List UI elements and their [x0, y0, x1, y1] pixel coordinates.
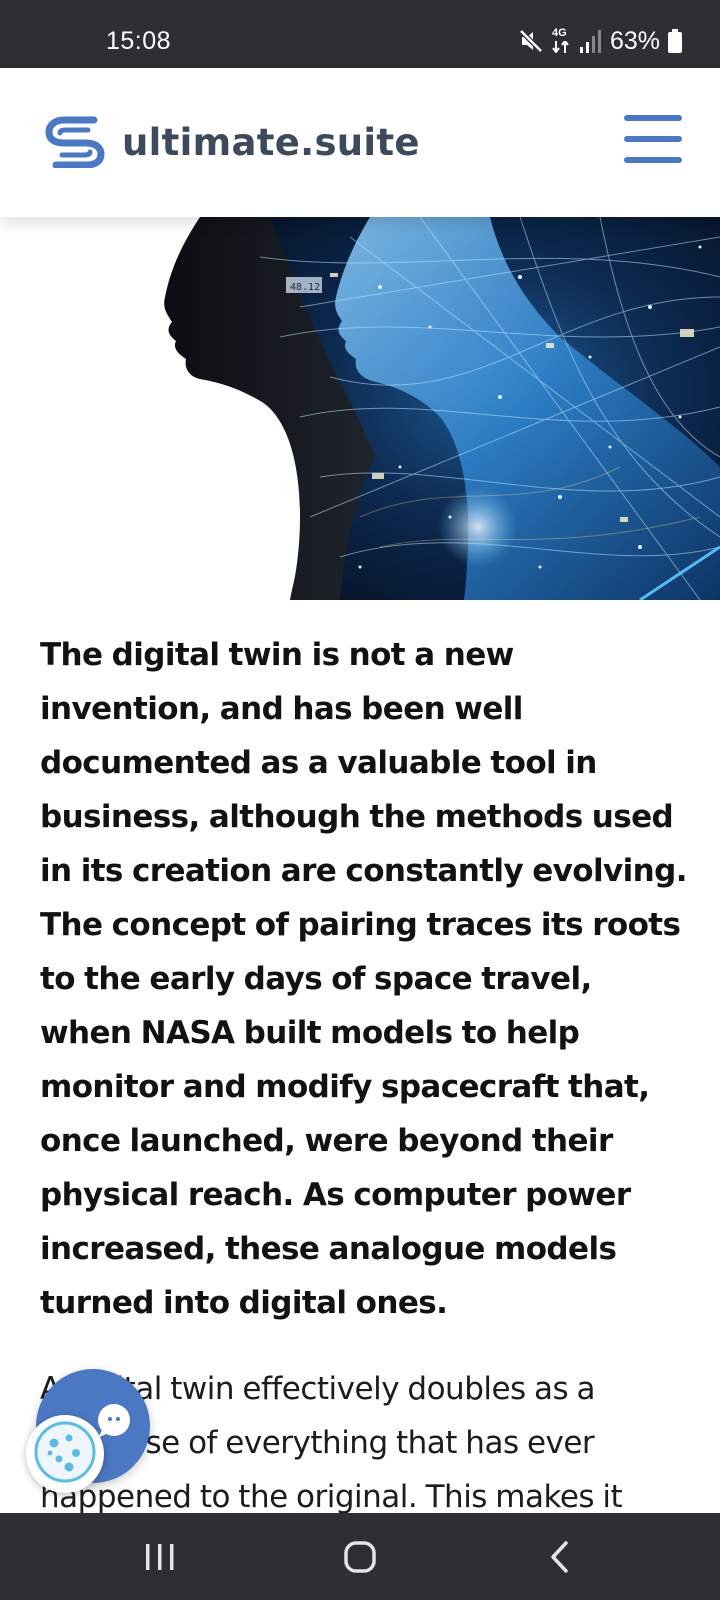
- menu-bar: [624, 136, 682, 142]
- network-label: 4G: [551, 27, 567, 39]
- mute-icon: [518, 28, 544, 54]
- brand-name: ultimate.suite: [122, 121, 420, 164]
- recent-apps-icon[interactable]: [100, 1513, 220, 1600]
- cookie-settings-button[interactable]: [26, 1415, 104, 1493]
- digital-twin-illustration: 48.12: [164, 217, 720, 600]
- cookie-icon: [32, 1419, 98, 1490]
- status-icons: 4G 63%: [518, 26, 682, 56]
- article-paragraph-intro: The digital twin is not a new invention,…: [40, 637, 687, 1321]
- battery-percent: 63%: [609, 26, 660, 55]
- status-time: 15:08: [106, 27, 172, 55]
- system-nav-bar: [0, 1513, 720, 1600]
- hamburger-menu-icon[interactable]: [624, 115, 682, 163]
- chat-bubble-icon: [94, 1402, 134, 1440]
- menu-bar: [624, 157, 682, 163]
- hud-label: 48.12: [290, 282, 320, 293]
- ultimate-suite-logo-icon: [44, 112, 106, 173]
- menu-bar: [624, 115, 682, 121]
- status-bar: 15:08 4G 63%: [0, 0, 720, 68]
- site-header: ultimate.suite: [0, 68, 720, 217]
- back-icon[interactable]: [500, 1513, 620, 1600]
- brand-logo[interactable]: ultimate.suite: [44, 112, 420, 173]
- signal-icon: [579, 29, 602, 53]
- hero-image: 48.12: [0, 217, 720, 600]
- battery-icon: [668, 29, 682, 53]
- home-icon[interactable]: [300, 1513, 420, 1600]
- network-4g-icon: 4G: [552, 27, 572, 55]
